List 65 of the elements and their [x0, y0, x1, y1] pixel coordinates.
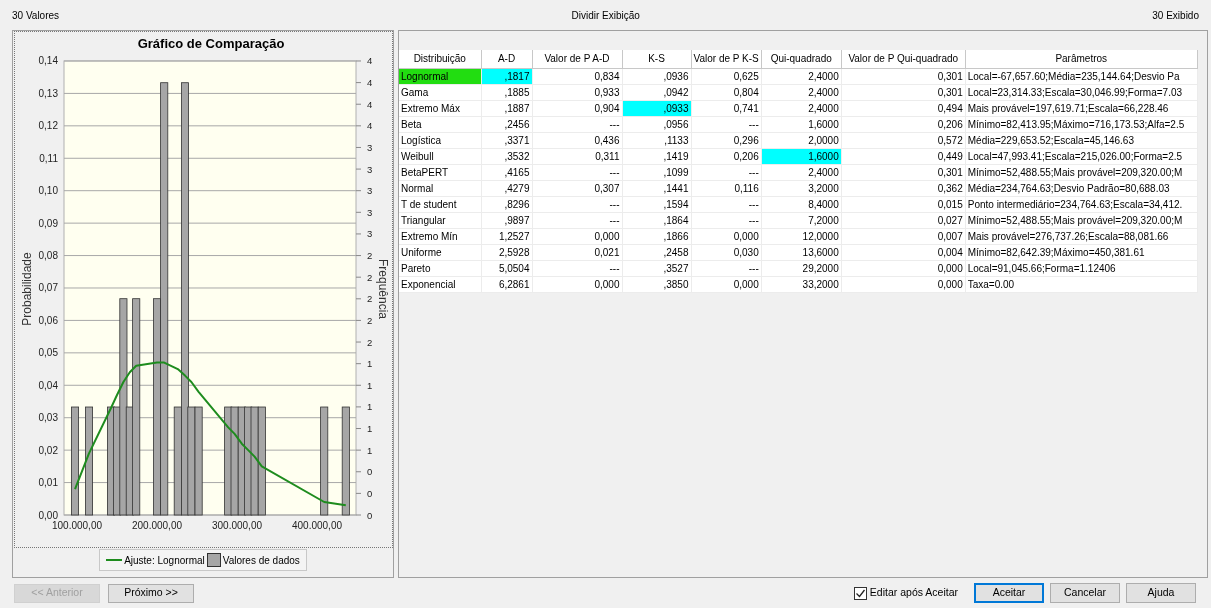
y-tick-label: 0,13	[38, 87, 58, 99]
column-header[interactable]: Distribuição	[399, 50, 481, 68]
column-header[interactable]: Valor de P K-S	[691, 50, 762, 68]
y-tick-label: 0,09	[38, 217, 58, 229]
y-tick-label: 0,05	[38, 347, 58, 359]
frequency-tick-label: 1	[366, 423, 372, 434]
line-icon	[106, 558, 123, 562]
dialog-button[interactable]: Aceitar	[974, 583, 1044, 603]
frequency-tick-label: 4	[366, 98, 372, 110]
x-tick-label: 400.000,00	[291, 520, 342, 531]
legend-label: Ajuste: Lognormal	[124, 553, 205, 568]
split-view-label: Dividir Exibição	[571, 8, 640, 23]
frequency-tick-label: 2	[366, 293, 372, 305]
legend-label: Valores de dados	[222, 553, 300, 568]
frequency-tick-label: 4	[366, 120, 372, 132]
frequency-tick-label: 3	[366, 185, 372, 197]
frequency-tick-label: 0	[366, 487, 372, 499]
frequency-axis-title: Frequência	[375, 259, 390, 319]
y-tick-label: 0,10	[38, 185, 58, 197]
y-tick-label: 0,08	[38, 250, 58, 262]
frequency-tick-label: 4	[366, 77, 372, 89]
x-tick-label: 200.000,00	[131, 520, 182, 531]
frequency-tick-label: 2	[366, 314, 372, 326]
y-tick-label: 0,04	[38, 379, 58, 391]
displayed-count: 30 Exibido	[1152, 8, 1199, 23]
frequency-tick-label: 3	[366, 141, 372, 153]
column-header[interactable]: A-D	[481, 50, 532, 68]
y-tick-label: 0,02	[38, 444, 58, 456]
column-header[interactable]: Valor de P A-D	[532, 50, 622, 68]
y-tick-label: 0,14	[38, 55, 58, 67]
x-tick-label: 300.000,00	[211, 520, 262, 531]
x-tick-label: 100.000,00	[51, 520, 102, 531]
column-header[interactable]: K-S	[622, 50, 691, 68]
frequency-tick-label: 3	[366, 206, 372, 218]
frequency-tick-label: 3	[366, 228, 372, 240]
checkbox-icon[interactable]	[853, 586, 867, 600]
column-header[interactable]: Qui-quadrado	[761, 50, 842, 68]
frequency-tick-label: 4	[366, 55, 372, 67]
frequency-tick-label: 1	[366, 358, 372, 370]
frequency-tick-label: 1	[366, 444, 372, 456]
frequency-tick-label: 1	[366, 379, 372, 391]
y-axis-title: Probabilidade	[19, 252, 34, 326]
y-tick-label: 0,06	[38, 314, 58, 326]
frequency-tick-label: 1	[366, 401, 372, 413]
frequency-tick-label: 0	[366, 509, 372, 521]
navigation-button[interactable]: Próximo >>	[108, 583, 194, 603]
y-tick-label: 0,00	[38, 509, 58, 521]
frequency-tick-label: 3	[366, 163, 372, 175]
frequency-tick-label: 2	[366, 336, 372, 348]
y-tick-label: 0,01	[38, 477, 58, 489]
y-tick-label: 0,03	[38, 412, 58, 424]
y-tick-label: 0,07	[38, 282, 58, 294]
edit-after-accept-checkbox[interactable]: Editar após Aceitar	[853, 585, 958, 601]
column-header[interactable]: Valor de P Qui-quadrado	[841, 50, 966, 68]
frequency-tick-label: 2	[366, 250, 372, 262]
y-tick-label: 0,11	[38, 152, 58, 164]
y-tick-label: 0,12	[38, 120, 58, 132]
frequency-tick-label: 0	[366, 466, 372, 478]
square-icon	[206, 553, 221, 567]
value-count: 30 Valores	[12, 8, 60, 23]
column-header[interactable]: Parâmetros	[965, 50, 1198, 68]
frequency-tick-label: 2	[366, 271, 372, 283]
dialog-button[interactable]: Cancelar	[1050, 583, 1120, 603]
chart-title: Gráfico de Comparação	[137, 36, 284, 51]
dialog-button[interactable]: Ajuda	[1126, 583, 1196, 603]
